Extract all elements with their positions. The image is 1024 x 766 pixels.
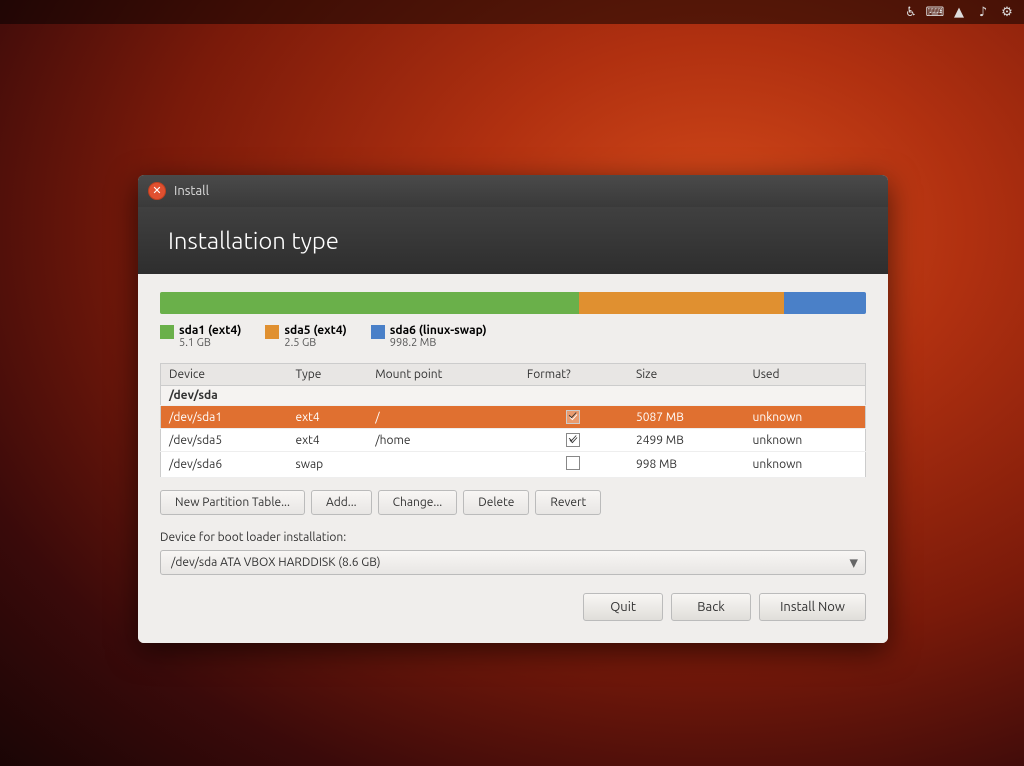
legend-sda1: sda1 (ext4) 5.1 GB xyxy=(160,324,241,349)
cell-mount: /home xyxy=(367,429,519,452)
dialog-title: Install xyxy=(174,184,209,198)
col-mount: Mount point xyxy=(367,364,519,386)
legend-color-sda5 xyxy=(265,325,279,339)
legend-name-sda1: sda1 (ext4) xyxy=(179,324,241,337)
legend-size-sda5: 2.5 GB xyxy=(284,337,346,349)
cell-size: 2499 MB xyxy=(628,429,745,452)
bootloader-label: Device for boot loader installation: xyxy=(160,531,866,544)
back-button[interactable]: Back xyxy=(671,593,751,621)
quit-button[interactable]: Quit xyxy=(583,593,663,621)
volume-icon[interactable]: ♪ xyxy=(974,3,992,21)
keyboard-icon[interactable]: ⌨ xyxy=(926,3,944,21)
legend-size-sda1: 5.1 GB xyxy=(179,337,241,349)
col-type: Type xyxy=(287,364,367,386)
close-button[interactable]: ✕ xyxy=(148,182,166,200)
revert-button[interactable]: Revert xyxy=(535,490,601,515)
col-size: Size xyxy=(628,364,745,386)
partition-bar xyxy=(160,292,866,314)
legend-color-sda1 xyxy=(160,325,174,339)
cell-size: 5087 MB xyxy=(628,406,745,429)
cell-mount: / xyxy=(367,406,519,429)
page-title: Installation type xyxy=(168,227,858,254)
settings-icon[interactable]: ⚙ xyxy=(998,3,1016,21)
cell-used: unknown xyxy=(745,406,866,429)
taskbar: ♿ ⌨ ▲ ♪ ⚙ xyxy=(0,0,1024,24)
install-dialog: ✕ Install Installation type sda1 (ext4) … xyxy=(138,175,888,643)
dialog-content: sda1 (ext4) 5.1 GB sda5 (ext4) 2.5 GB sd… xyxy=(138,274,888,643)
group-label-sda: /dev/sda xyxy=(161,386,866,406)
table-row[interactable]: /dev/sda5 ext4 /home ✓ 2499 MB unknown xyxy=(161,429,866,452)
cell-type: ext4 xyxy=(287,406,367,429)
new-partition-table-button[interactable]: New Partition Table... xyxy=(160,490,305,515)
legend-sda6: sda6 (linux-swap) 998.2 MB xyxy=(371,324,487,349)
action-buttons: New Partition Table... Add... Change... … xyxy=(160,490,866,515)
cell-device: /dev/sda6 xyxy=(161,452,288,478)
cell-device: /dev/sda5 xyxy=(161,429,288,452)
legend-sda5: sda5 (ext4) 2.5 GB xyxy=(265,324,346,349)
network-icon[interactable]: ▲ xyxy=(950,3,968,21)
install-now-button[interactable]: Install Now xyxy=(759,593,866,621)
cell-type: ext4 xyxy=(287,429,367,452)
cell-mount xyxy=(367,452,519,478)
bottom-buttons: Quit Back Install Now xyxy=(160,593,866,625)
bootloader-select[interactable]: /dev/sda ATA VBOX HARDDISK (8.6 GB) xyxy=(160,550,866,575)
col-used: Used xyxy=(745,364,866,386)
cell-format: ✓ xyxy=(519,429,628,452)
cell-format xyxy=(519,452,628,478)
col-device: Device xyxy=(161,364,288,386)
legend-name-sda6: sda6 (linux-swap) xyxy=(390,324,487,337)
cell-used: unknown xyxy=(745,429,866,452)
legend-color-sda6 xyxy=(371,325,385,339)
partition-bar-sda1 xyxy=(160,292,579,314)
add-button[interactable]: Add... xyxy=(311,490,372,515)
bootloader-select-wrapper: /dev/sda ATA VBOX HARDDISK (8.6 GB) ▼ xyxy=(160,550,866,575)
col-format: Format? xyxy=(519,364,628,386)
legend-name-sda5: sda5 (ext4) xyxy=(284,324,346,337)
cell-used: unknown xyxy=(745,452,866,478)
table-header-row: Device Type Mount point Format? Size Use… xyxy=(161,364,866,386)
titlebar: ✕ Install xyxy=(138,175,888,207)
partition-legend: sda1 (ext4) 5.1 GB sda5 (ext4) 2.5 GB sd… xyxy=(160,324,866,349)
partition-bar-sda6 xyxy=(784,292,866,314)
cell-type: swap xyxy=(287,452,367,478)
cell-size: 998 MB xyxy=(628,452,745,478)
delete-button[interactable]: Delete xyxy=(463,490,529,515)
partition-bar-sda5 xyxy=(579,292,784,314)
table-row[interactable]: /dev/sda6 swap 998 MB unknown xyxy=(161,452,866,478)
accessibility-icon[interactable]: ♿ xyxy=(902,3,920,21)
legend-size-sda6: 998.2 MB xyxy=(390,337,487,349)
change-button[interactable]: Change... xyxy=(378,490,458,515)
cell-format: ✓ xyxy=(519,406,628,429)
group-row-sda: /dev/sda xyxy=(161,386,866,406)
table-row[interactable]: /dev/sda1 ext4 / ✓ 5087 MB unknown xyxy=(161,406,866,429)
cell-device: /dev/sda1 xyxy=(161,406,288,429)
dialog-header: Installation type xyxy=(138,207,888,274)
partition-table: Device Type Mount point Format? Size Use… xyxy=(160,363,866,478)
